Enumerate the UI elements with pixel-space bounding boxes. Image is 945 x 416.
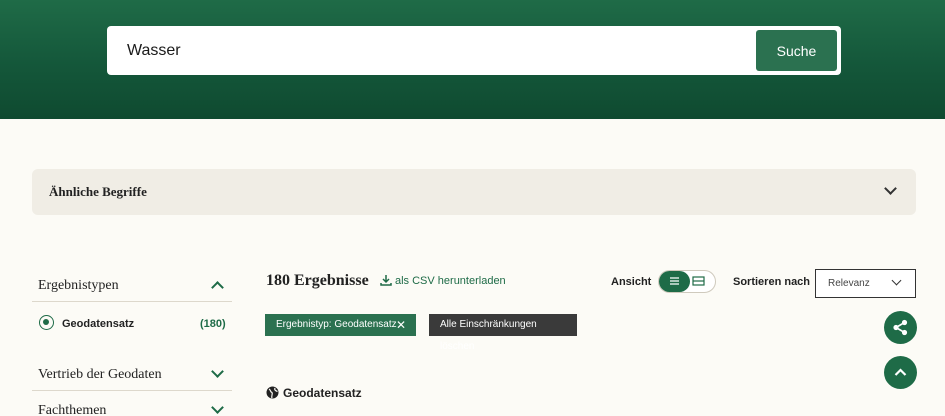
table-view-icon[interactable] [692, 276, 706, 287]
view-toggle[interactable] [658, 270, 716, 293]
share-icon [893, 319, 908, 336]
facet-title: Ergebnistypen [38, 278, 119, 293]
globe-icon [266, 386, 279, 399]
facet-distribution-header[interactable]: Vertrieb der Geodaten [38, 365, 232, 383]
clear-filters-button[interactable]: Alle Einschränkungen löschen [429, 314, 577, 352]
search-hero: Suche [0, 0, 945, 119]
facet-result-types-header[interactable]: Ergebnistypen [38, 276, 232, 294]
list-view-option[interactable] [659, 271, 690, 292]
sort-value: Relevanz [828, 278, 870, 289]
csv-download-label: als CSV herunterladen [395, 275, 506, 287]
sort-label: Sortieren nach [733, 276, 811, 288]
download-icon [380, 275, 392, 286]
facet-topics-header[interactable]: Fachthemen [38, 401, 232, 416]
sort-select[interactable]: Relevanz [815, 269, 916, 298]
close-icon[interactable]: ✕ [396, 314, 406, 336]
chevron-down-icon [884, 182, 897, 195]
results-count: 180 Ergebnisse [266, 272, 369, 289]
search-input[interactable] [127, 26, 727, 75]
facet-option-count: (180) [200, 318, 226, 330]
scroll-top-button[interactable] [884, 356, 917, 389]
divider [32, 390, 232, 391]
related-terms-label: Ähnliche Begriffe [49, 184, 147, 199]
facet-title: Fachthemen [38, 403, 107, 416]
search-bar: Suche [107, 26, 841, 75]
share-button[interactable] [884, 311, 917, 344]
result-type-label: Geodatensatz [283, 386, 362, 400]
csv-download-link[interactable]: als CSV herunterladen [380, 274, 506, 287]
result-type-heading: Geodatensatz [266, 386, 362, 400]
view-label: Ansicht [611, 276, 652, 288]
chevron-up-icon [894, 368, 907, 376]
list-view-icon [670, 277, 679, 285]
chevron-down-icon [891, 275, 902, 286]
facet-option-radio[interactable] [39, 315, 54, 330]
related-terms-accordion[interactable]: Ähnliche Begriffe [32, 169, 916, 215]
facet-option-label[interactable]: Geodatensatz [62, 318, 134, 330]
clear-filters-label: Alle Einschränkungen löschen [440, 319, 537, 352]
facet-title: Vertrieb der Geodaten [38, 367, 162, 382]
active-filter-chip[interactable]: Ergebnistyp: Geodatensatz ✕ [265, 314, 416, 336]
divider [32, 301, 232, 302]
filter-chip-label: Ergebnistyp: Geodatensatz [276, 319, 397, 330]
search-button[interactable]: Suche [756, 30, 837, 71]
